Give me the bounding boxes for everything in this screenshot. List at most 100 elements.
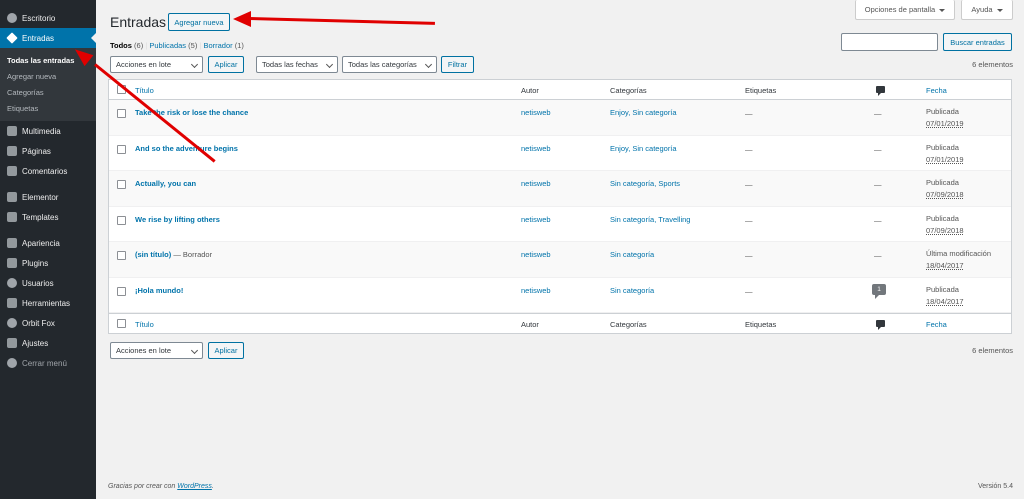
- filter-published[interactable]: Publicadas: [149, 41, 186, 50]
- categories-links[interactable]: Enjoy, Sin categoría: [610, 108, 677, 117]
- categories-links[interactable]: Sin categoría, Sports: [610, 179, 680, 188]
- apply-button-bottom[interactable]: Aplicar: [208, 342, 244, 359]
- wrench-icon: [7, 298, 17, 308]
- post-date: 07/01/2019: [926, 119, 964, 128]
- items-count-top: 6 elementos: [972, 60, 1013, 69]
- post-status: Última modificación: [926, 249, 992, 258]
- categories-links[interactable]: Sin categoría: [610, 250, 654, 259]
- tags-cell: —: [745, 286, 753, 296]
- comments-icon: [7, 166, 17, 176]
- post-date: 18/04/2017: [926, 261, 964, 270]
- post-status: Publicada: [926, 284, 959, 294]
- row-checkbox[interactable]: [117, 144, 126, 154]
- media-icon: [7, 126, 17, 136]
- post-title-link[interactable]: And so the adventure begins: [135, 144, 238, 153]
- submenu-item-agregar[interactable]: Agregar nueva: [0, 68, 96, 84]
- page-title: Entradas: [110, 14, 167, 30]
- filter-draft[interactable]: Borrador: [203, 41, 232, 50]
- arrow-head-icon: [233, 11, 251, 27]
- column-title[interactable]: Título: [135, 86, 154, 95]
- sidebar-item-ajustes[interactable]: Ajustes: [0, 333, 96, 353]
- post-title-link[interactable]: We rise by lifting others: [135, 215, 220, 224]
- category-filter-select[interactable]: Todas las categorías: [342, 56, 437, 73]
- post-date: 07/09/2018: [926, 190, 964, 199]
- comment-count: —: [874, 251, 882, 260]
- author-link[interactable]: netisweb: [521, 215, 551, 224]
- chevron-down-icon: [325, 60, 334, 69]
- comments-column-icon[interactable]: [876, 86, 885, 96]
- post-status: Publicada: [926, 107, 959, 116]
- tags-cell: —: [745, 215, 753, 225]
- categories-links[interactable]: Enjoy, Sin categoría: [610, 144, 677, 153]
- apply-button-top[interactable]: Aplicar: [208, 56, 244, 73]
- comment-count: —: [874, 180, 882, 189]
- post-title-cell: ¡Hola mundo!: [135, 286, 183, 295]
- brush-icon: [7, 238, 17, 248]
- column-date-footer[interactable]: Fecha: [926, 320, 947, 329]
- sidebar-item-templates[interactable]: Templates: [0, 207, 96, 227]
- items-count-bottom: 6 elementos: [972, 346, 1013, 355]
- screen-options-button[interactable]: Opciones de pantalla: [855, 0, 955, 20]
- post-date: 18/04/2017: [926, 296, 964, 306]
- select-all-checkbox-footer[interactable]: [117, 319, 126, 328]
- wordpress-link[interactable]: WordPress: [177, 483, 212, 490]
- table-body: Take the risk or lose the chance netiswe…: [109, 100, 1011, 313]
- sidebar-item-orbitfox[interactable]: Orbit Fox: [0, 313, 96, 333]
- collapse-menu-button[interactable]: Cerrar menú: [0, 353, 96, 373]
- sidebar-item-plugins[interactable]: Plugins: [0, 253, 96, 273]
- sidebar-item-apariencia[interactable]: Apariencia: [0, 233, 96, 253]
- bulk-actions-select-bottom[interactable]: Acciones en lote: [110, 342, 203, 359]
- author-link[interactable]: netisweb: [521, 286, 551, 295]
- column-title-footer[interactable]: Título: [135, 320, 154, 329]
- sidebar-item-multimedia[interactable]: Multimedia: [0, 121, 96, 141]
- sidebar-item-escritorio[interactable]: Escritorio: [0, 8, 96, 28]
- author-link[interactable]: netisweb: [521, 250, 551, 259]
- sidebar-item-comentarios[interactable]: Comentarios: [0, 161, 96, 181]
- row-checkbox[interactable]: [117, 109, 126, 118]
- bulk-actions-select-top[interactable]: Acciones en lote: [110, 56, 203, 73]
- footer-thanks: Gracias por crear con WordPress.: [108, 483, 214, 490]
- add-new-button[interactable]: Agregar nueva: [168, 13, 230, 31]
- filter-all[interactable]: Todos: [110, 41, 132, 50]
- settings-icon: [7, 338, 17, 348]
- dashboard-icon: [7, 13, 17, 23]
- date-filter-select[interactable]: Todas las fechas: [256, 56, 338, 73]
- author-link[interactable]: netisweb: [521, 108, 551, 117]
- pin-icon: [6, 32, 18, 44]
- comment-count-bubble[interactable]: 1: [872, 283, 886, 299]
- sidebar-item-usuarios[interactable]: Usuarios: [0, 273, 96, 293]
- main-content: Opciones de pantalla Ayuda Entradas Agre…: [96, 0, 1024, 499]
- column-date[interactable]: Fecha: [926, 86, 947, 95]
- column-author: Autor: [521, 86, 539, 95]
- collapse-icon: [7, 358, 17, 368]
- submenu-item-etiquetas[interactable]: Etiquetas: [0, 100, 96, 116]
- author-link[interactable]: netisweb: [521, 179, 551, 188]
- post-title-link[interactable]: Actually, you can: [135, 179, 196, 188]
- chevron-down-icon: [190, 346, 199, 355]
- row-checkbox[interactable]: [117, 215, 126, 225]
- submenu-item-categorias[interactable]: Categorías: [0, 84, 96, 100]
- table-row: ¡Hola mundo! netisweb Sin categoría — 1 …: [109, 278, 1011, 313]
- post-title-link[interactable]: (sin título): [135, 250, 171, 259]
- templates-icon: [7, 212, 17, 222]
- row-checkbox[interactable]: [117, 180, 126, 189]
- author-link[interactable]: netisweb: [521, 144, 551, 153]
- tags-cell: —: [745, 109, 753, 118]
- post-date: 07/01/2019: [926, 154, 964, 164]
- filter-button[interactable]: Filtrar: [441, 56, 474, 73]
- sidebar-item-herramientas[interactable]: Herramientas: [0, 293, 96, 313]
- comments-column-icon-footer[interactable]: [876, 320, 885, 330]
- categories-links[interactable]: Sin categoría: [610, 286, 654, 295]
- search-posts-button[interactable]: Buscar entradas: [943, 33, 1012, 51]
- row-checkbox[interactable]: [117, 286, 126, 296]
- help-button[interactable]: Ayuda: [961, 0, 1013, 20]
- post-state: — Borrador: [171, 250, 213, 259]
- post-title-link[interactable]: ¡Hola mundo!: [135, 286, 183, 295]
- search-input[interactable]: [841, 33, 938, 51]
- chevron-down-icon: [424, 60, 433, 69]
- caret-down-icon: [996, 8, 1003, 15]
- sidebar-item-paginas[interactable]: Páginas: [0, 141, 96, 161]
- sidebar-item-elementor[interactable]: Elementor: [0, 187, 96, 207]
- categories-links[interactable]: Sin categoría, Travelling: [610, 215, 690, 224]
- row-checkbox[interactable]: [117, 251, 126, 260]
